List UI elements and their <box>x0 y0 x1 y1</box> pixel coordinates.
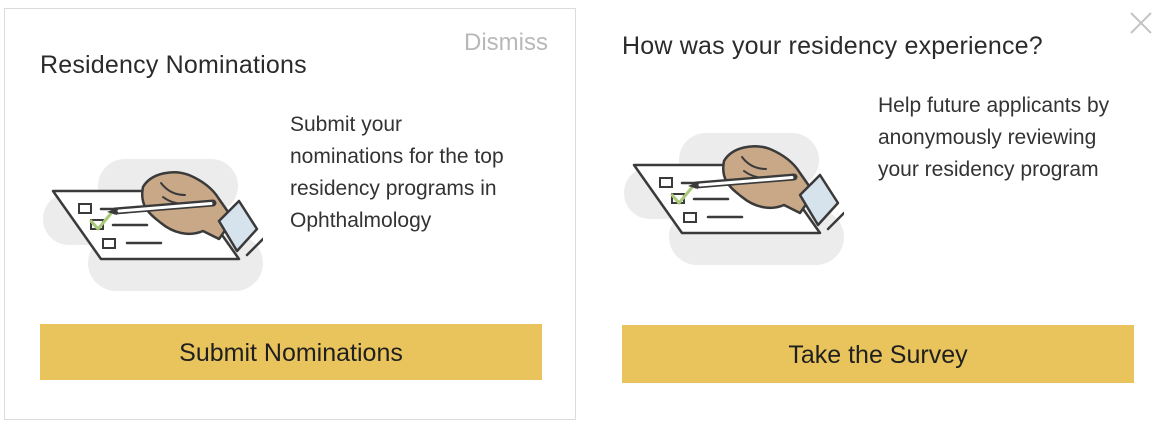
dismiss-link[interactable]: Dismiss <box>464 29 548 57</box>
survey-banner-area: Residency Nominations Dismiss Submit you… <box>0 0 1160 432</box>
survey-title: How was your residency experience? <box>622 32 1043 60</box>
survey-description: Help future applicants by anonymously re… <box>878 94 1110 181</box>
submit-nominations-button[interactable]: Submit Nominations <box>40 324 542 380</box>
nominations-title: Residency Nominations <box>40 51 307 79</box>
survey-card: How was your residency experience? Help … <box>598 8 1158 420</box>
nominations-description: Submit your nominations for the top resi… <box>290 113 504 232</box>
checklist-pen-hand-icon <box>43 159 265 299</box>
take-survey-button[interactable]: Take the Survey <box>622 325 1134 383</box>
close-icon[interactable] <box>1128 10 1154 36</box>
nominations-card: Residency Nominations Dismiss Submit you… <box>4 8 576 420</box>
checklist-pen-hand-icon <box>624 133 846 273</box>
